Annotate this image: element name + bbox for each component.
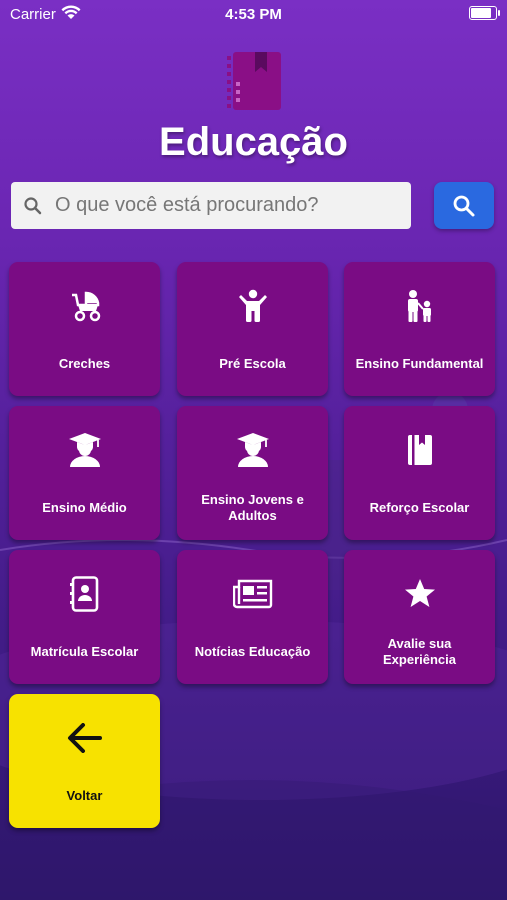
search-input[interactable] — [55, 182, 405, 229]
search-button[interactable] — [434, 182, 494, 229]
page-title: Educação — [159, 120, 348, 164]
menu-tile-matricula-escolar[interactable]: Matrícula Escolar — [9, 550, 160, 684]
parent-child-icon — [344, 286, 495, 326]
menu-tile-ensino-fundamental[interactable]: Ensino Fundamental — [344, 262, 495, 396]
search-icon — [453, 195, 475, 217]
tile-label: Voltar — [66, 788, 103, 803]
menu-tile-creches[interactable]: Creches — [9, 262, 160, 396]
tile-label: Ensino Médio — [42, 500, 127, 515]
newspaper-icon — [177, 574, 328, 614]
menu-tile-reforco-escolar[interactable]: Reforço Escolar — [344, 406, 495, 540]
menu-tile-avalie-experiencia[interactable]: Avalie sua Experiência — [344, 550, 495, 684]
search-icon — [23, 196, 43, 221]
back-button[interactable]: Voltar — [9, 694, 160, 828]
stroller-icon — [9, 286, 160, 326]
tile-label: Creches — [58, 356, 111, 371]
battery-icon — [469, 6, 500, 20]
tile-label: Reforço Escolar — [369, 500, 470, 515]
child-icon — [177, 286, 328, 326]
tile-label: Ensino Jovens e Adultos — [201, 492, 304, 523]
tile-label: Avalie sua Experiência — [383, 636, 456, 667]
graduate-icon — [9, 430, 160, 470]
notebook-icon — [227, 50, 283, 112]
tile-label: Notícias Educação — [194, 644, 311, 659]
arrow-left-icon — [9, 718, 160, 758]
menu-tile-noticias-educacao[interactable]: Notícias Educação — [177, 550, 328, 684]
status-bar: Carrier 4:53 PM — [0, 0, 507, 28]
menu-tile-pre-escola[interactable]: Pré Escola — [177, 262, 328, 396]
tile-label: Pré Escola — [219, 356, 286, 371]
search-field[interactable] — [11, 182, 411, 229]
menu-tile-ensino-medio[interactable]: Ensino Médio — [9, 406, 160, 540]
contacts-book-icon — [9, 574, 160, 614]
menu-tile-ensino-jovens-adultos[interactable]: Ensino Jovens e Adultos — [177, 406, 328, 540]
star-icon — [344, 574, 495, 614]
graduate-icon — [177, 430, 328, 470]
tile-label: Ensino Fundamental — [355, 356, 484, 371]
book-icon — [344, 430, 495, 470]
clock: 4:53 PM — [225, 6, 282, 23]
tile-label: Matrícula Escolar — [30, 644, 139, 659]
